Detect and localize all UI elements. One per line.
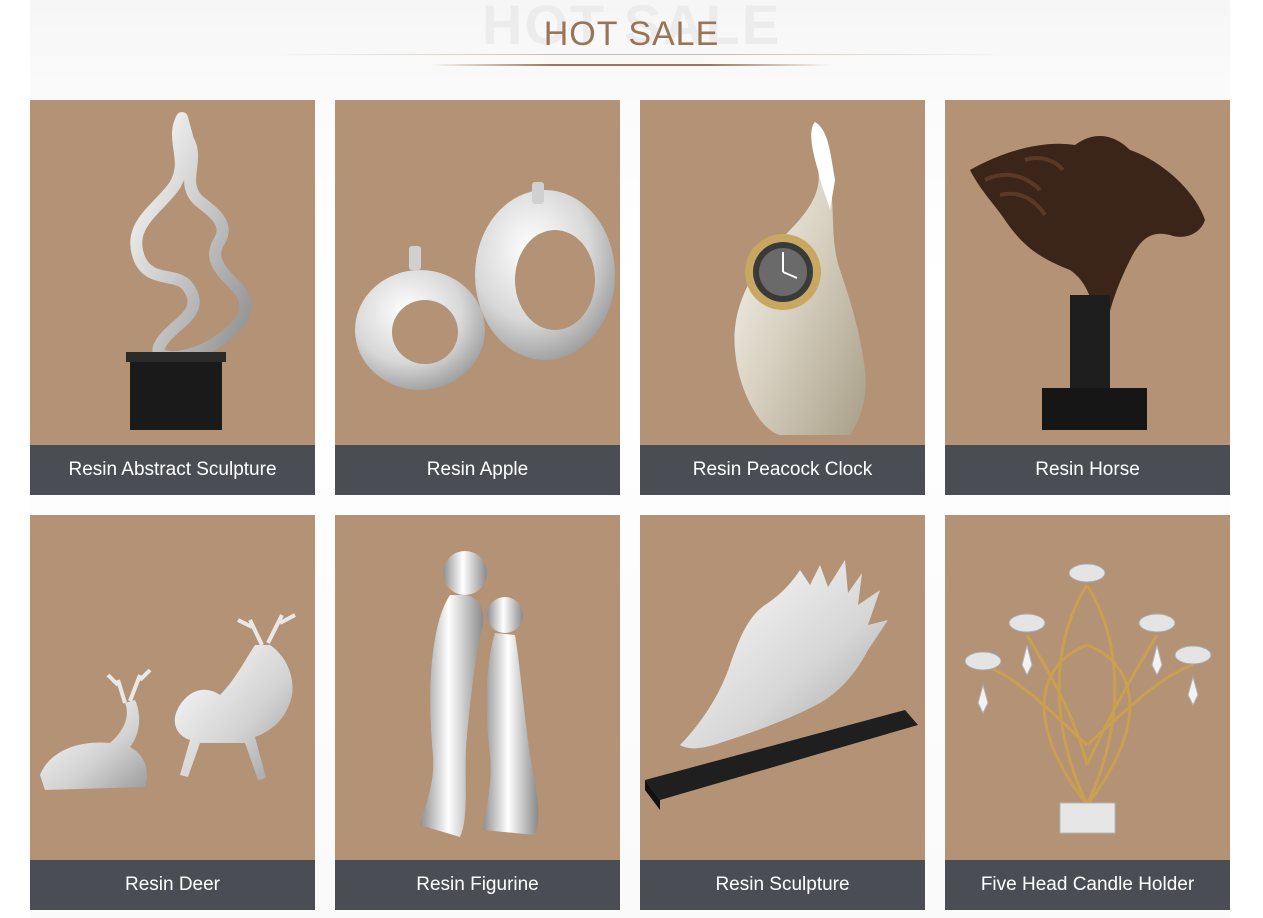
figurine-icon <box>420 551 539 837</box>
product-card-horse[interactable]: Resin Horse <box>945 100 1230 495</box>
abstract-sculpture-icon <box>126 112 252 430</box>
title-divider-thin <box>270 54 1010 55</box>
product-card-deer[interactable]: Resin Deer <box>30 515 315 910</box>
product-name[interactable]: Resin Sculpture <box>640 860 925 910</box>
product-card-peacock-clock[interactable]: Resin Peacock Clock <box>640 100 925 495</box>
title-divider <box>430 64 830 66</box>
product-name[interactable]: Resin Apple <box>335 445 620 495</box>
product-card-abstract-sculpture[interactable]: Resin Abstract Sculpture <box>30 100 315 495</box>
product-card-sculpture[interactable]: Resin Sculpture <box>640 515 925 910</box>
peacock-clock-icon <box>734 122 866 435</box>
product-name[interactable]: Resin Deer <box>30 860 315 910</box>
product-name[interactable]: Resin Peacock Clock <box>640 445 925 495</box>
horse-icon <box>970 135 1205 430</box>
product-name[interactable]: Resin Horse <box>945 445 1230 495</box>
product-name[interactable]: Resin Figurine <box>335 860 620 910</box>
product-card-figurine[interactable]: Resin Figurine <box>335 515 620 910</box>
product-name[interactable]: Five Head Candle Holder <box>945 860 1230 910</box>
product-card-candle-holder[interactable]: Five Head Candle Holder <box>945 515 1230 910</box>
candle-holder-icon <box>964 563 1212 834</box>
product-name[interactable]: Resin Abstract Sculpture <box>30 445 315 495</box>
hot-sale-page: HOT SALE HOT SALE Resin Abstract Sculptu… <box>0 0 1263 918</box>
apple-icon <box>355 182 615 390</box>
deer-icon <box>40 613 296 790</box>
section-title: HOT SALE <box>543 15 720 53</box>
sculpture-icon <box>645 560 918 810</box>
section-header: HOT SALE HOT SALE <box>0 0 1263 80</box>
product-card-apple[interactable]: Resin Apple <box>335 100 620 495</box>
